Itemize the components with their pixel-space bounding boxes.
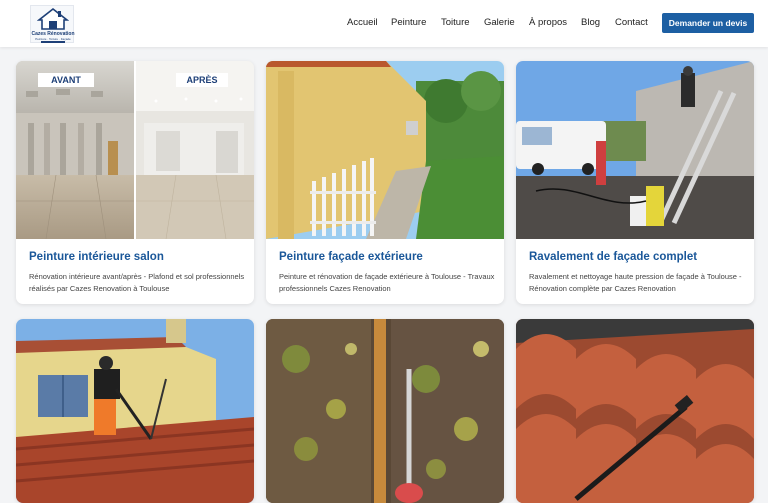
gallery-card-moss-cleaning[interactable] [266, 319, 504, 503]
logo-underline [41, 41, 65, 43]
gallery-card-interior[interactable]: AVANT APRÈS Peinture intérieure salon Ré… [16, 61, 254, 304]
request-quote-button[interactable]: Demander un devis [662, 13, 754, 33]
house-logo-icon [37, 7, 69, 30]
roof-washing-photo[interactable] [16, 319, 254, 503]
after-label: APRÈS [176, 73, 228, 87]
logo[interactable]: Cazes Rénovation Peinture · Toiture · Fa… [30, 5, 75, 43]
card-description: Peinture et rénovation de façade extérie… [279, 272, 495, 293]
roof-tiles-illustration [516, 319, 754, 503]
nav-a-propos[interactable]: À propos [529, 17, 567, 31]
nav-blog[interactable]: Blog [581, 17, 600, 31]
facade-photo[interactable] [266, 61, 504, 239]
nav-toiture[interactable]: Toiture [441, 17, 470, 31]
ravalement-photo[interactable] [516, 61, 754, 239]
nav-contact[interactable]: Contact [615, 17, 648, 31]
nav-galerie[interactable]: Galerie [484, 17, 515, 31]
card-title[interactable]: Peinture façade extérieure [279, 251, 423, 263]
gallery-card-facade[interactable]: Peinture façade extérieure Peinture et r… [266, 61, 504, 304]
before-label: AVANT [38, 73, 94, 87]
gallery-card-roof-tiles[interactable] [516, 319, 754, 503]
moss-cleaning-illustration [266, 319, 504, 503]
before-after-photo[interactable]: AVANT APRÈS [16, 61, 254, 239]
site-header: Cazes Rénovation Peinture · Toiture · Fa… [0, 0, 768, 47]
card-title[interactable]: Ravalement de façade complet [529, 251, 697, 263]
gallery-card-ravalement[interactable]: Ravalement de façade complet Ravalement … [516, 61, 754, 304]
moss-cleaning-photo[interactable] [266, 319, 504, 503]
card-title[interactable]: Peinture intérieure salon [29, 251, 164, 263]
ravalement-illustration [516, 61, 754, 239]
roof-tiles-photo[interactable] [516, 319, 754, 503]
nav-accueil[interactable]: Accueil [347, 17, 378, 31]
card-description: Rénovation intérieure avant/après - Plaf… [29, 272, 245, 293]
gallery-card-roof-washing[interactable] [16, 319, 254, 503]
before-after-illustration [16, 61, 254, 239]
facade-illustration [266, 61, 504, 239]
card-description: Ravalement et nettoyage haute pression d… [529, 272, 742, 293]
nav-peinture[interactable]: Peinture [391, 17, 426, 31]
roof-washing-illustration [16, 319, 254, 503]
